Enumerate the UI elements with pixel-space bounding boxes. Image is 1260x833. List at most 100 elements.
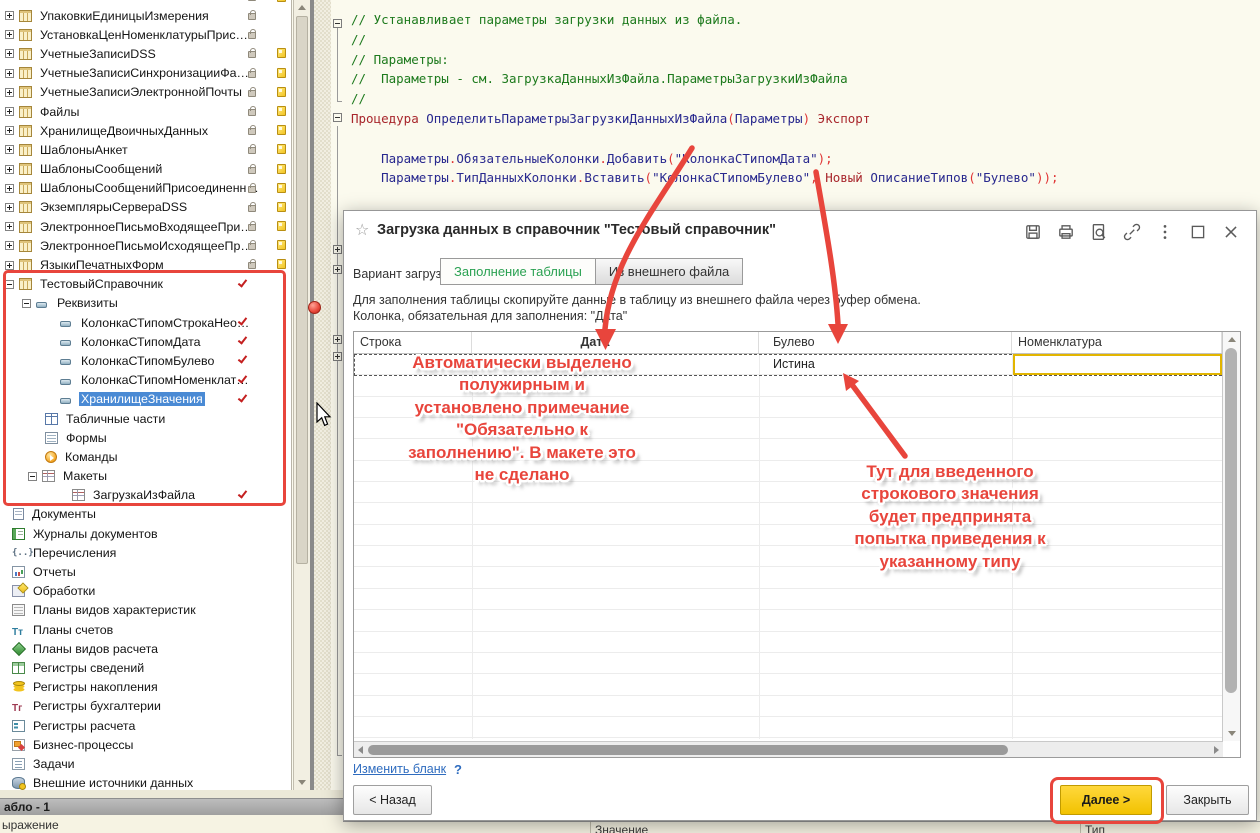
favorite-star-icon[interactable]: ☆ [355,220,369,240]
expand-icon[interactable] [5,69,14,78]
column-header-3[interactable]: Булево [759,332,1012,353]
close-icon[interactable] [1222,223,1240,241]
expand-icon[interactable] [5,145,14,154]
tree-item[interactable]: Задачи [0,754,291,773]
tree-item[interactable]: Макеты [0,467,291,486]
table-row[interactable] [354,632,1222,653]
close-button[interactable]: Закрыть [1166,785,1249,815]
table-row[interactable] [354,546,1222,567]
table-row[interactable] [354,439,1222,460]
expand-icon[interactable] [5,241,14,250]
fold-expand-icon[interactable] [333,352,342,361]
link-icon[interactable] [1123,223,1141,241]
scroll-up-icon[interactable] [1228,337,1236,342]
fold-expand-icon[interactable] [333,245,342,254]
tree-item[interactable]: КолонкаСТипомНоменклат… [0,371,291,390]
breakpoint-icon[interactable] [308,301,321,314]
scroll-up-icon[interactable] [298,5,306,10]
tree-item[interactable]: УпаковкиЕдиницыИзмерения [0,6,291,25]
column-header-2[interactable]: Дата [472,332,759,353]
tree-item[interactable]: ЗагрузкаИзФайла [0,486,291,505]
table-row[interactable] [354,717,1222,738]
active-cell-nomenclature[interactable] [1013,354,1222,375]
table-row[interactable] [354,418,1222,439]
scroll-down-icon[interactable] [298,780,306,785]
breakpoint-gutter[interactable] [312,0,331,798]
column-header-4[interactable]: Номенклатура [1012,332,1222,353]
tree-item[interactable]: Команды [0,447,291,466]
tree-item[interactable]: ЭлектронноеПисьмоВходящееПри… [0,217,291,236]
expand-icon[interactable] [5,203,14,212]
tree-item[interactable]: Планы счетов [0,620,291,639]
maximize-icon[interactable] [1189,223,1207,241]
table-row[interactable] [354,375,1222,396]
expand-icon[interactable] [5,222,14,231]
table-row[interactable] [354,589,1222,610]
tree-item[interactable]: Регистры накопления [0,678,291,697]
tree-item[interactable]: ХранилищеДвоичныхДанных [0,121,291,140]
tree-item[interactable]: Регистры бухгалтерии [0,697,291,716]
tree-item[interactable]: УчетныеЗаписиСинхронизацииФа… [0,64,291,83]
preview-icon[interactable] [1090,223,1108,241]
expand-icon[interactable] [5,30,14,39]
tree-item[interactable]: Внешние источники данных [0,774,291,791]
table-row[interactable] [354,482,1222,503]
tree-item[interactable]: Перечисления [0,543,291,562]
tree-item[interactable]: Регистры расчета [0,716,291,735]
table-row[interactable] [354,696,1222,717]
tree-item[interactable]: Реквизиты [0,294,291,313]
vscroll-thumb[interactable] [1225,348,1237,693]
tree-item[interactable]: КолонкаСТипомДата [0,332,291,351]
table-row[interactable] [354,653,1222,674]
tree-item[interactable]: УстановкаЦенНоменклатурыПрис… [0,25,291,44]
expand-icon[interactable] [5,261,14,270]
table-row[interactable] [354,503,1222,524]
panel-splitter[interactable] [310,0,312,798]
tree-item[interactable]: ЯзыкиПечатныхФорм [0,255,291,274]
next-button[interactable]: Далее > [1060,785,1152,815]
expand-icon[interactable] [5,107,14,116]
expand-icon[interactable] [5,49,14,58]
tab-from-file[interactable]: Из внешнего файла [596,258,743,285]
tree-item[interactable]: Планы видов расчета [0,639,291,658]
tree-item[interactable]: ШаблоныАнкет [0,140,291,159]
tree-item[interactable]: УчетныеЗаписиDSS [0,44,291,63]
tree-item[interactable]: Регистры сведений [0,658,291,677]
table-row[interactable] [354,568,1222,589]
more-icon[interactable] [1156,223,1174,241]
tree-item[interactable]: Планы видов характеристик [0,601,291,620]
table-horizontal-scrollbar[interactable] [354,741,1223,757]
tree-item[interactable]: ШаблоныСообщенийПрисоединенн… [0,179,291,198]
fold-expand-icon[interactable] [333,265,342,274]
collapse-icon[interactable] [5,280,14,289]
table-row[interactable] [354,674,1222,695]
column-header-1[interactable]: Строка [354,332,472,353]
help-icon[interactable]: ? [454,762,462,777]
tree-item[interactable]: КолонкаСТипомСтрокаНео… [0,313,291,332]
expand-icon[interactable] [5,88,14,97]
tree-item[interactable]: Документы [0,505,291,524]
boolean-cell-value[interactable]: Истина [773,357,815,371]
tree-item[interactable]: ЭкземплярыСервераDSS [0,198,291,217]
fold-collapse-icon[interactable] [333,113,342,122]
fold-expand-icon[interactable] [333,335,342,344]
tree-item[interactable]: Табличные части [0,409,291,428]
data-table[interactable]: СтрокаДатаБулевоНоменклатура Истина [353,331,1241,758]
table-row[interactable] [354,525,1222,546]
back-button[interactable]: < Назад [353,785,432,815]
save-icon[interactable] [1024,223,1042,241]
expand-icon[interactable] [5,126,14,135]
table-vertical-scrollbar[interactable] [1222,332,1240,741]
scroll-left-icon[interactable] [358,746,363,754]
scroll-down-icon[interactable] [1228,731,1236,736]
tree-item[interactable]: Файлы [0,102,291,121]
hscroll-thumb[interactable] [368,745,1008,755]
tab-fill-table[interactable]: Заполнение таблицы [440,258,596,285]
print-icon[interactable] [1057,223,1075,241]
tree-item[interactable]: УчетныеЗаписиЭлектроннойПочты [0,83,291,102]
tree-item[interactable]: ЭлектронноеПисьмоИсходящееПр… [0,236,291,255]
table-row[interactable] [354,397,1222,418]
table-body[interactable]: Истина [354,354,1222,739]
change-form-link[interactable]: Изменить бланк [353,762,446,776]
tree-item[interactable]: Обработки [0,582,291,601]
